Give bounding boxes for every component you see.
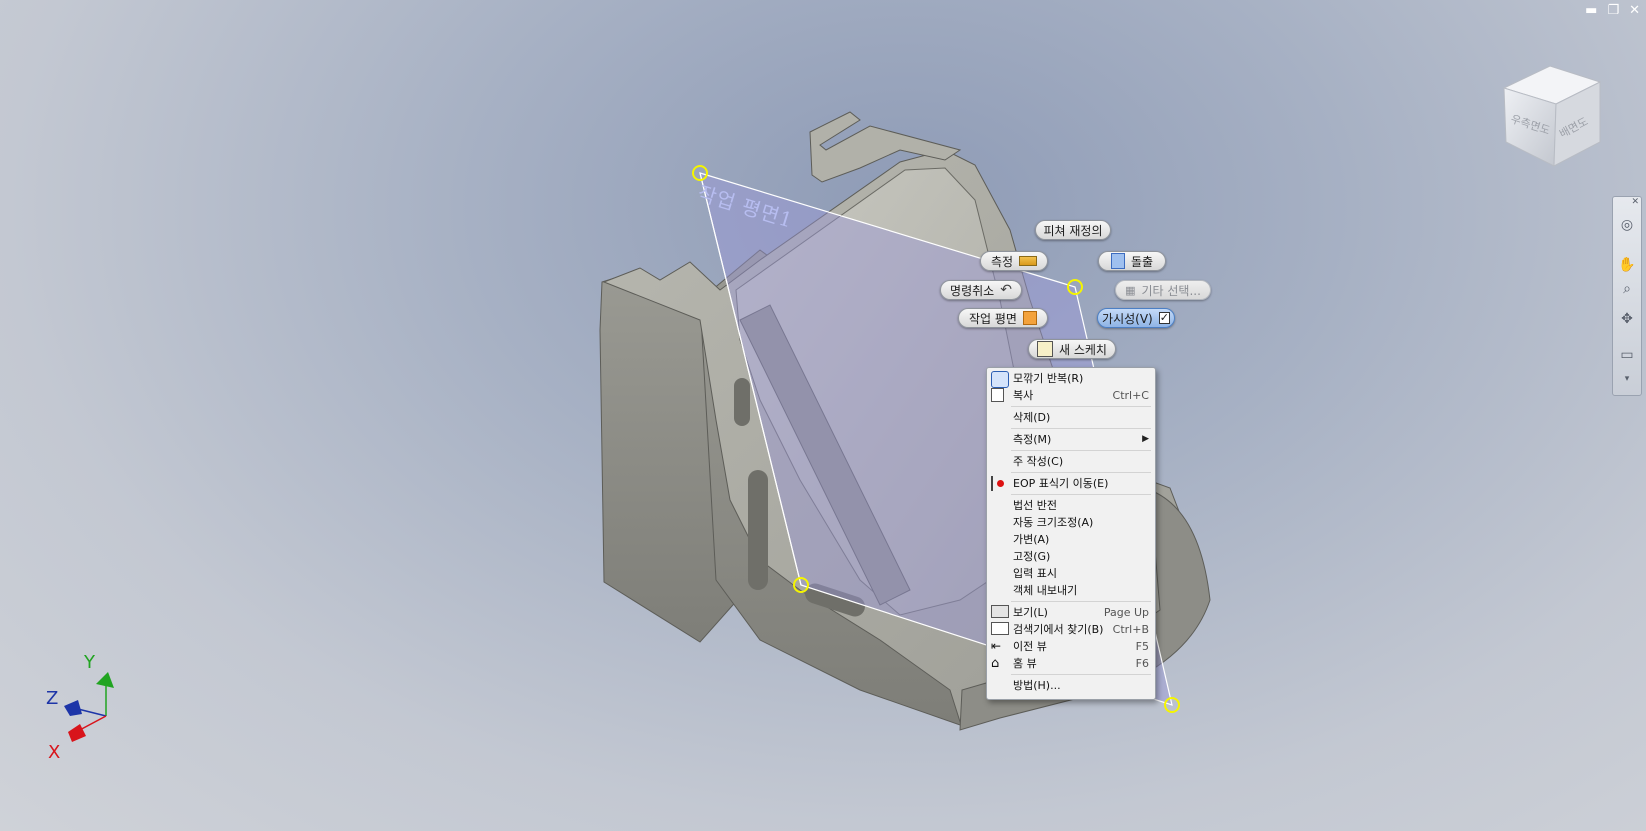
- zoom-icon[interactable]: ⌕: [1617, 279, 1637, 299]
- ruler-icon: [1019, 256, 1038, 266]
- fillet-icon: [991, 371, 1009, 388]
- menu-item-adaptive[interactable]: 가변(A): [987, 531, 1155, 548]
- close-button[interactable]: ✕: [1629, 4, 1640, 18]
- menu-item-find-in-browser[interactable]: 검색기에서 찾기(B) Ctrl+B: [987, 621, 1155, 638]
- z-axis-cone: [64, 700, 82, 716]
- part-slot-upper[interactable]: [734, 378, 750, 426]
- new-sketch-icon: [1037, 341, 1053, 357]
- new-sketch-button[interactable]: 새 스케치: [1028, 339, 1116, 359]
- menu-separator: [1011, 674, 1151, 675]
- find-in-browser-icon: [991, 622, 1009, 635]
- y-axis-label: Y: [83, 652, 96, 673]
- navbar-close-icon[interactable]: ✕: [1631, 197, 1639, 207]
- menu-item-create-note[interactable]: 주 작성(C): [987, 453, 1155, 470]
- menu-item-flip-normal[interactable]: 법선 반전: [987, 497, 1155, 514]
- eop-marker-icon: [991, 476, 1004, 491]
- feature-redefine-button[interactable]: 피쳐 재정의: [1035, 220, 1111, 240]
- part-slot-lower[interactable]: [748, 470, 768, 590]
- graphics-viewport[interactable]: [0, 0, 1646, 831]
- previous-view-icon: ⇤: [991, 639, 1002, 653]
- model-canvas[interactable]: [0, 0, 1646, 831]
- menu-item-view[interactable]: 보기(L) Page Up: [987, 604, 1155, 621]
- extrude-button[interactable]: 돌출: [1098, 251, 1166, 271]
- menu-item-auto-resize[interactable]: 자동 크기조정(A): [987, 514, 1155, 531]
- undo-icon: ↶: [1000, 282, 1012, 298]
- menu-item-repeat-fillet[interactable]: 모깎기 반복(R): [987, 370, 1155, 388]
- restore-button[interactable]: ❐: [1607, 4, 1619, 18]
- menu-separator: [1011, 450, 1151, 451]
- window-controls: ▬ ❐ ✕: [1585, 4, 1640, 18]
- x-axis-cone: [68, 724, 86, 742]
- navigation-bar: ✕ ◎ ✋ ⌕ ✥ ▭ ▾: [1612, 196, 1642, 396]
- visibility-checkbox-icon: ✓: [1158, 311, 1170, 324]
- viewcube[interactable]: 우측면도 배면도: [1500, 60, 1612, 172]
- menu-item-home-view[interactable]: ⌂ 홈 뷰 F6: [987, 655, 1155, 672]
- menu-item-how-to[interactable]: 방법(H)...: [987, 677, 1155, 694]
- copy-icon: [991, 388, 1004, 402]
- menu-item-grounded[interactable]: 고정(G): [987, 548, 1155, 565]
- orbit-icon[interactable]: ✥: [1617, 309, 1637, 329]
- z-axis-label: Z: [46, 688, 58, 709]
- menu-item-move-eop[interactable]: EOP 표식기 이동(E): [987, 475, 1155, 492]
- work-plane-icon: [1022, 311, 1037, 325]
- visibility-toggle[interactable]: 가시성(V) ✓: [1097, 308, 1175, 328]
- menu-item-delete[interactable]: 삭제(D): [987, 409, 1155, 426]
- menu-item-copy[interactable]: 복사 Ctrl+C: [987, 387, 1155, 404]
- context-menu: 모깎기 반복(R) 복사 Ctrl+C 삭제(D) 측정(M) ▶ 주 작성(C…: [986, 367, 1156, 700]
- measure-button[interactable]: 측정: [980, 251, 1048, 271]
- menu-separator: [1011, 494, 1151, 495]
- menu-separator: [1011, 601, 1151, 602]
- menu-item-export-object[interactable]: 객체 내보내기: [987, 582, 1155, 599]
- axis-triad: Y Z X: [40, 646, 120, 766]
- steering-wheel-icon[interactable]: ◎: [1617, 215, 1637, 235]
- minimize-button[interactable]: ▬: [1585, 4, 1597, 18]
- menu-separator: [1011, 406, 1151, 407]
- menu-item-previous-view[interactable]: ⇤ 이전 뷰 F5: [987, 638, 1155, 655]
- submenu-arrow-icon: ▶: [1142, 434, 1149, 444]
- view-icon: [991, 605, 1009, 618]
- work-plane-button[interactable]: 작업 평면: [958, 308, 1048, 328]
- menu-item-measure[interactable]: 측정(M) ▶: [987, 431, 1155, 448]
- menu-separator: [1011, 472, 1151, 473]
- other-select-button[interactable]: ▦ 기타 선택...: [1115, 280, 1211, 300]
- menu-item-show-input[interactable]: 입력 표시: [987, 565, 1155, 582]
- navbar-options-icon[interactable]: ▾: [1617, 369, 1637, 389]
- extrude-icon: [1110, 253, 1125, 269]
- home-view-icon: ⌂: [991, 656, 1000, 671]
- undo-button[interactable]: 명령취소 ↶: [940, 280, 1022, 300]
- other-select-icon: ▦: [1125, 283, 1136, 297]
- x-axis-label: X: [48, 742, 60, 763]
- pan-icon[interactable]: ✋: [1617, 255, 1637, 275]
- y-axis-cone: [96, 672, 114, 688]
- look-at-icon[interactable]: ▭: [1617, 345, 1637, 365]
- menu-separator: [1011, 428, 1151, 429]
